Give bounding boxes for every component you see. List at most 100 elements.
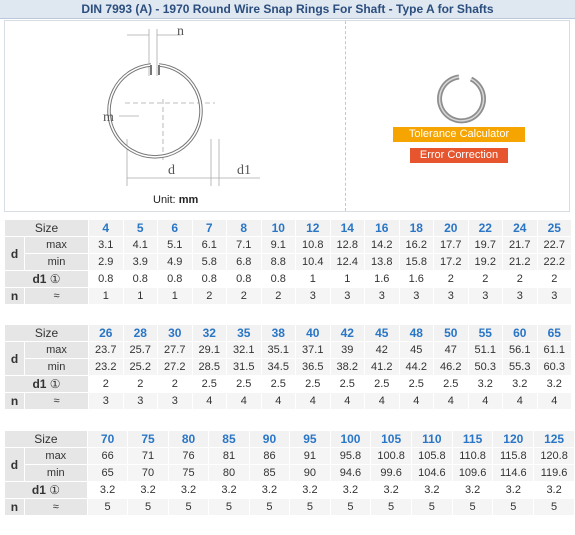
size-value: 14 — [329, 219, 365, 237]
d1-label-text: d1 — [32, 272, 47, 286]
d1-value: 3.2 — [467, 375, 503, 393]
min-row: min 2.9 3.9 4.9 5.8 6.8 8.8 10.4 12.4 13.8 15.8 17.… — [5, 253, 572, 271]
diagram-panel: n m d d1 Unit: mm Tolerance Calculator E… — [4, 20, 570, 212]
d1-value: 2.5 — [260, 375, 296, 393]
d1-value: 3.2 — [502, 375, 538, 393]
snap-ring-drawing: n m d d1 — [103, 24, 260, 186]
min-value: 94.6 — [329, 464, 372, 482]
min-value: 46.2 — [433, 358, 469, 376]
max-value: 39 — [329, 341, 365, 359]
size-value: 90 — [248, 430, 291, 448]
size-value: 60 — [502, 324, 538, 342]
n-value: 1 — [122, 287, 158, 305]
d1-value: 3.2 — [127, 481, 169, 499]
d1-value: 2 — [536, 270, 572, 288]
size-value: 38 — [260, 324, 296, 342]
min-value: 13.8 — [364, 253, 400, 271]
min-value: 34.5 — [260, 358, 296, 376]
d1-value: 1 — [329, 270, 365, 288]
min-value: 60.3 — [536, 358, 572, 376]
size-value: 16 — [364, 219, 400, 237]
min-label: min — [24, 253, 89, 271]
size-value: 24 — [502, 219, 538, 237]
n-value: 5 — [370, 498, 412, 516]
n-value: 1 — [157, 287, 193, 305]
unit-label: Unit: mm — [153, 194, 199, 206]
size-value: 18 — [398, 219, 434, 237]
label-m: m — [103, 110, 114, 125]
size-value: 105 — [370, 430, 412, 448]
min-value: 10.4 — [295, 253, 331, 271]
min-value: 38.2 — [329, 358, 365, 376]
max-value: 9.1 — [260, 236, 296, 254]
label-d: d — [168, 163, 175, 178]
min-value: 4.9 — [157, 253, 193, 271]
n-value: 3 — [433, 287, 469, 305]
n-value: 3 — [329, 287, 365, 305]
error-correction-button[interactable]: Error Correction — [410, 148, 508, 163]
n-label: n — [4, 498, 25, 516]
n-value: 5 — [410, 498, 453, 516]
size-header-row: Size 4 5 6 7 8 10 12 14 16 18 20 22 24 25 — [4, 219, 572, 237]
n-value: 4 — [536, 392, 572, 410]
max-value: 61.1 — [536, 341, 572, 359]
size-value: 85 — [208, 430, 250, 448]
max-value: 12.8 — [329, 236, 365, 254]
min-value: 21.2 — [502, 253, 538, 271]
min-value: 75 — [167, 464, 210, 482]
min-value: 2.9 — [88, 253, 124, 271]
max-value: 16.2 — [398, 236, 434, 254]
size-value: 5 — [122, 219, 158, 237]
min-value: 6.8 — [226, 253, 262, 271]
max-value: 4.1 — [122, 236, 158, 254]
size-value: 65 — [536, 324, 572, 342]
size-value: 55 — [467, 324, 503, 342]
n-value: 3 — [502, 287, 538, 305]
size-header-label: Size — [4, 219, 89, 237]
max-value: 81 — [208, 447, 250, 465]
min-label: min — [23, 464, 88, 482]
min-value: 55.3 — [502, 358, 538, 376]
tolerance-calculator-button[interactable]: Tolerance Calculator — [393, 127, 525, 142]
size-value: 42 — [329, 324, 365, 342]
d1-value: 3.2 — [451, 481, 494, 499]
d1-value: 0.8 — [157, 270, 193, 288]
min-value: 25.2 — [122, 358, 158, 376]
max-label: max — [24, 236, 89, 254]
min-value: 22.2 — [536, 253, 572, 271]
max-value: 35.1 — [260, 341, 296, 359]
max-value: 110.8 — [451, 447, 494, 465]
n-value: 3 — [88, 392, 124, 410]
max-value: 105.8 — [410, 447, 453, 465]
d1-value: 1 — [295, 270, 331, 288]
label-d1: d1 — [237, 163, 251, 178]
d1-label-text: d1 — [31, 483, 46, 497]
n-value: 4 — [398, 392, 434, 410]
snap-ring-image — [437, 74, 486, 124]
size-value: 28 — [122, 324, 158, 342]
d1-value: 2 — [157, 375, 193, 393]
max-value: 32.1 — [226, 341, 262, 359]
min-value: 5.8 — [191, 253, 227, 271]
min-value: 8.8 — [260, 253, 296, 271]
size-value: 115 — [451, 430, 494, 448]
n-value: 4 — [467, 392, 503, 410]
n-value: 5 — [533, 498, 575, 516]
dimension-table-2: Size 26 28 30 32 35 38 40 42 45 48 50 55 60 65 d max 23.7… — [4, 324, 572, 410]
d1-row: d1 ① 0.8 0.8 0.8 0.8 0.8 0.8 1 1 1.6 1.6 2 2 2 2 — [4, 270, 572, 288]
approx-label: ≈ — [24, 392, 89, 410]
max-value: 71 — [127, 447, 169, 465]
max-value: 86 — [248, 447, 291, 465]
panel-divider — [345, 21, 346, 211]
n-value: 5 — [492, 498, 535, 516]
size-value: 22 — [467, 219, 503, 237]
max-value: 7.1 — [226, 236, 262, 254]
max-value: 21.7 — [502, 236, 538, 254]
max-value: 56.1 — [502, 341, 538, 359]
min-row: min 65 70 75 80 85 90 94.6 99.6 104.6 109.6 114.6 11… — [5, 464, 575, 482]
approx-label: ≈ — [24, 287, 89, 305]
n-value: 3 — [398, 287, 434, 305]
max-value: 14.2 — [364, 236, 400, 254]
max-value: 27.7 — [157, 341, 193, 359]
d1-value: 0.8 — [122, 270, 158, 288]
